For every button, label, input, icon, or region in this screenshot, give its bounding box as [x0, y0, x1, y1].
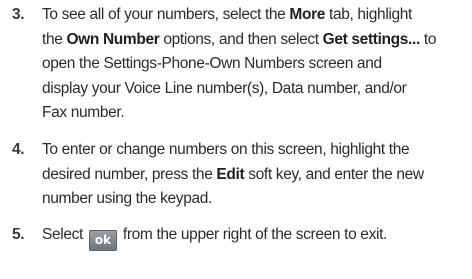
- text-run: open the Settings-Phone-Own Numbers scre…: [42, 55, 382, 72]
- step-text: To enter or change numbers on this scree…: [42, 138, 467, 212]
- menu-term-own-number: Own Number: [66, 30, 160, 48]
- text-run: number using the keypad.: [42, 190, 212, 207]
- text-line: Fax number.: [42, 101, 467, 126]
- text-run: Fax number.: [42, 104, 125, 121]
- text-line: Select ok from the upper right of the sc…: [42, 223, 467, 251]
- text-line: the Own Number options, and then select …: [42, 28, 467, 53]
- text-line: number using the keypad.: [42, 187, 467, 212]
- instruction-page: 3. To see all of your numbers, select th…: [0, 0, 472, 279]
- text-run: to: [419, 30, 437, 48]
- text-line: To see all of your numbers, select the M…: [42, 3, 467, 28]
- text-run: the: [42, 30, 67, 48]
- text-run: options, and then select: [159, 30, 323, 48]
- text-run: soft key, and enter the new: [244, 165, 424, 183]
- step-number: 3.: [12, 6, 25, 23]
- text-line: display your Voice Line number(s), Data …: [42, 77, 467, 102]
- ok-button-icon: ok: [88, 230, 117, 251]
- step-text: To see all of your numbers, select the M…: [42, 3, 467, 126]
- text-line: To enter or change numbers on this scree…: [42, 138, 467, 163]
- text-run: Select: [42, 226, 87, 243]
- text-run: To see all of your numbers, select the: [42, 6, 290, 23]
- step-text: Select ok from the upper right of the sc…: [42, 223, 467, 251]
- text-run: display your Voice Line number(s), Data …: [42, 79, 407, 97]
- key-term-edit: Edit: [216, 165, 245, 183]
- menu-term-more: More: [289, 6, 326, 23]
- text-run: To enter or change numbers on this scree…: [42, 141, 410, 158]
- text-run: tab, highlight: [325, 6, 413, 23]
- step-number: 5.: [12, 226, 25, 243]
- step-number: 4.: [12, 141, 25, 158]
- text-run: desired number, press the: [42, 165, 217, 183]
- menu-term-get-settings: Get settings...: [322, 30, 421, 48]
- text-line: desired number, press the Edit soft key,…: [42, 163, 467, 188]
- text-line: open the Settings-Phone-Own Numbers scre…: [42, 52, 467, 77]
- text-run: from the upper right of the screen to ex…: [118, 226, 387, 243]
